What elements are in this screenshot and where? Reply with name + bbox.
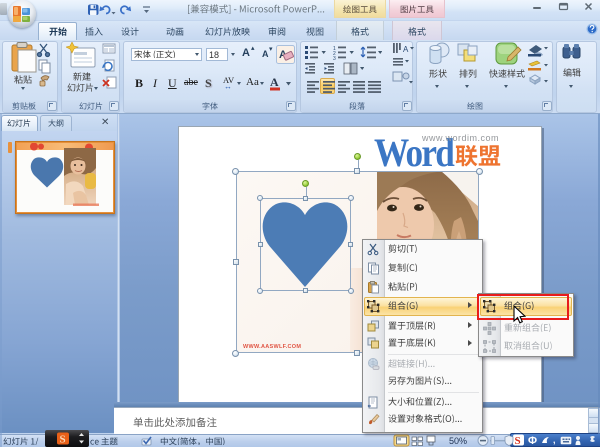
svg-text:S: S <box>60 434 66 446</box>
svg-text:Φ: Φ <box>528 435 537 446</box>
svg-text:,: , <box>553 435 556 445</box>
svg-text:A: A <box>403 45 409 54</box>
svg-text:S: S <box>515 435 521 446</box>
svg-text:3: 3 <box>333 56 336 60</box>
svg-text:A: A <box>270 75 279 89</box>
